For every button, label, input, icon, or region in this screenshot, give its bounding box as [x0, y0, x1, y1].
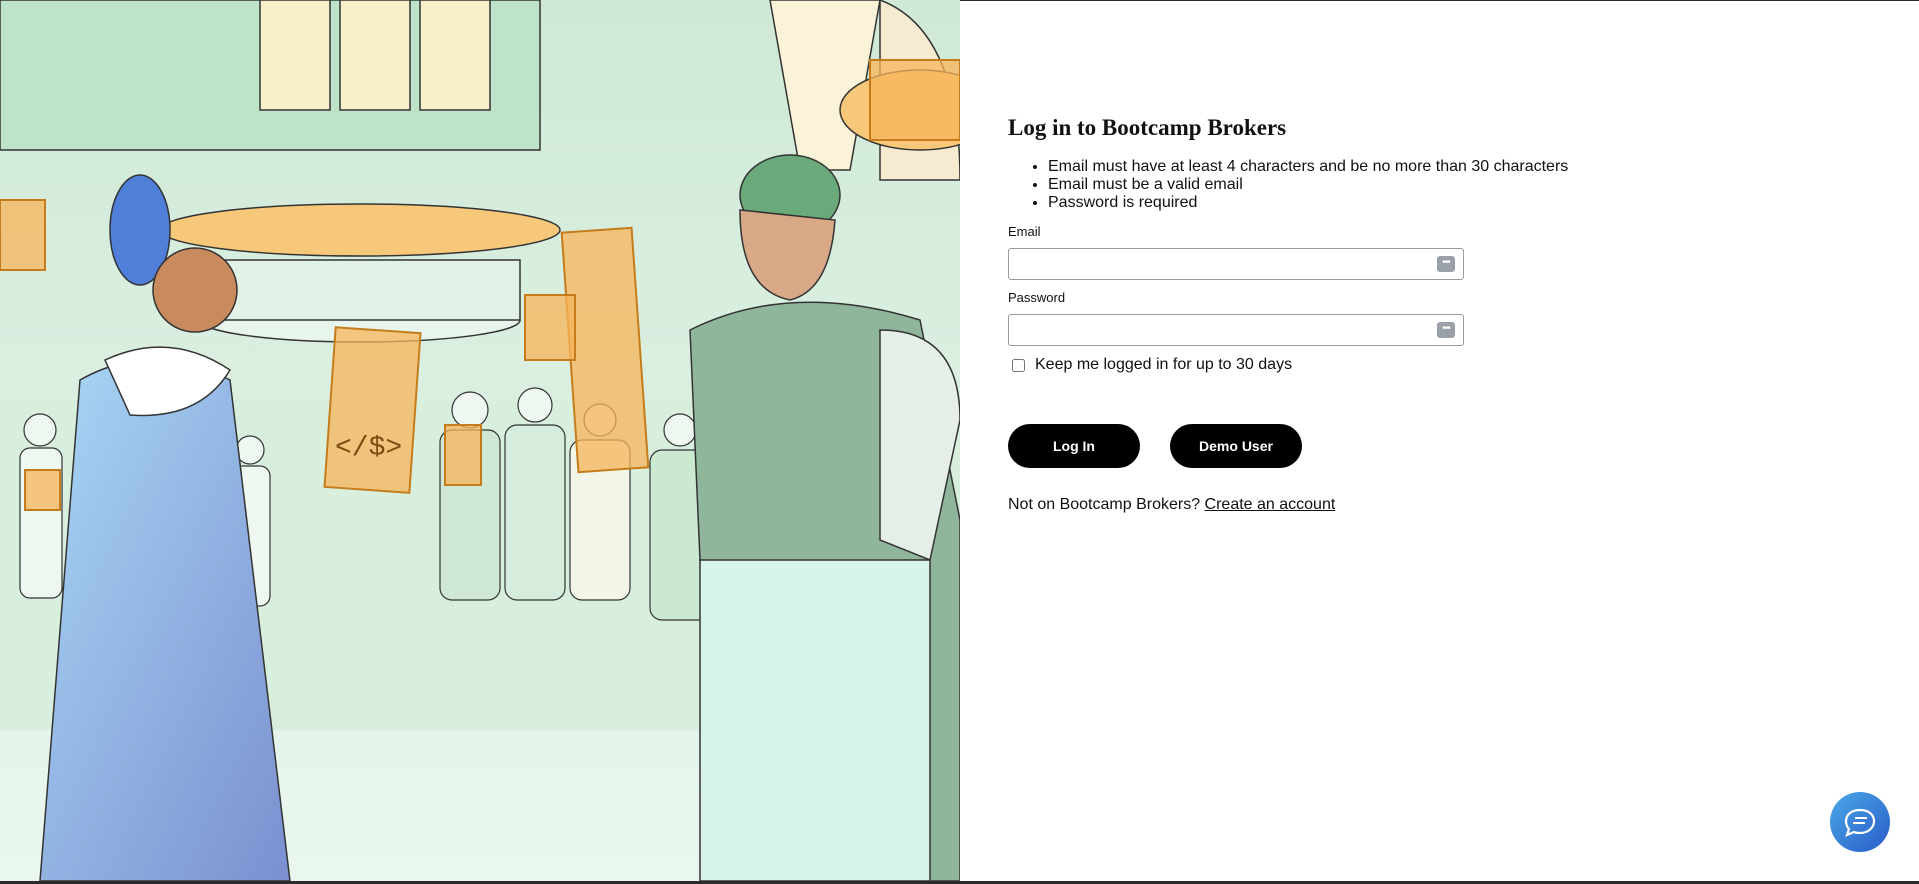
- email-field[interactable]: [1013, 250, 1417, 280]
- signup-prompt: Not on Bootcamp Brokers?: [1008, 496, 1201, 513]
- validation-errors: Email must have at least 4 characters an…: [1008, 158, 1608, 212]
- password-field-wrapper: •••: [1008, 314, 1464, 346]
- login-button[interactable]: Log In: [1008, 424, 1140, 468]
- hero-illustration: </$>: [0, 0, 960, 881]
- password-manager-icon[interactable]: •••: [1437, 322, 1455, 338]
- illustration-scene: </$>: [0, 0, 960, 881]
- password-label: Password: [1008, 290, 1066, 305]
- email-label: Email: [1008, 224, 1041, 239]
- remember-me-row: Keep me logged in for up to 30 days: [1008, 356, 1608, 374]
- chat-launcher-button[interactable]: [1830, 792, 1890, 852]
- email-field-wrapper: •••: [1008, 248, 1464, 280]
- create-account-link[interactable]: Create an account: [1205, 496, 1336, 513]
- remember-me-checkbox[interactable]: [1012, 358, 1025, 372]
- remember-me-label: Keep me logged in for up to 30 days: [1035, 356, 1293, 373]
- error-email-valid: Email must be a valid email: [1048, 176, 1608, 194]
- button-row: Log In Demo User: [1008, 424, 1608, 468]
- demo-user-button[interactable]: Demo User: [1170, 424, 1302, 468]
- svg-text:</$>: </$>: [335, 433, 402, 464]
- error-password-required: Password is required: [1048, 194, 1608, 212]
- signup-row: Not on Bootcamp Brokers? Create an accou…: [1008, 496, 1608, 514]
- login-title: Log in to Bootcamp Brokers: [1008, 115, 1287, 140]
- login-panel: Log in to Bootcamp Brokers Email must ha…: [1008, 112, 1608, 514]
- error-email-length: Email must have at least 4 characters an…: [1048, 158, 1608, 176]
- password-field[interactable]: [1013, 316, 1417, 346]
- chat-bubble-icon: [1844, 808, 1876, 837]
- password-manager-icon[interactable]: •••: [1437, 256, 1455, 272]
